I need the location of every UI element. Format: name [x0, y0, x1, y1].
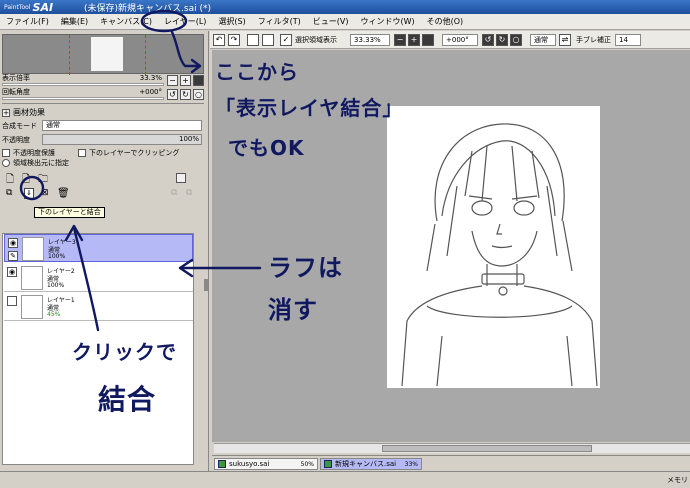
- annotation-text: 結合: [98, 383, 157, 416]
- annotation-text: クリックで: [72, 340, 177, 364]
- annotation-text: ここから: [215, 60, 299, 84]
- annotation-text: ラフは: [268, 254, 343, 282]
- annotation-text: でもOK: [228, 136, 305, 160]
- annotation-text: 消す: [268, 296, 318, 324]
- annotation-text: 「表示レイヤ結合」: [215, 96, 404, 120]
